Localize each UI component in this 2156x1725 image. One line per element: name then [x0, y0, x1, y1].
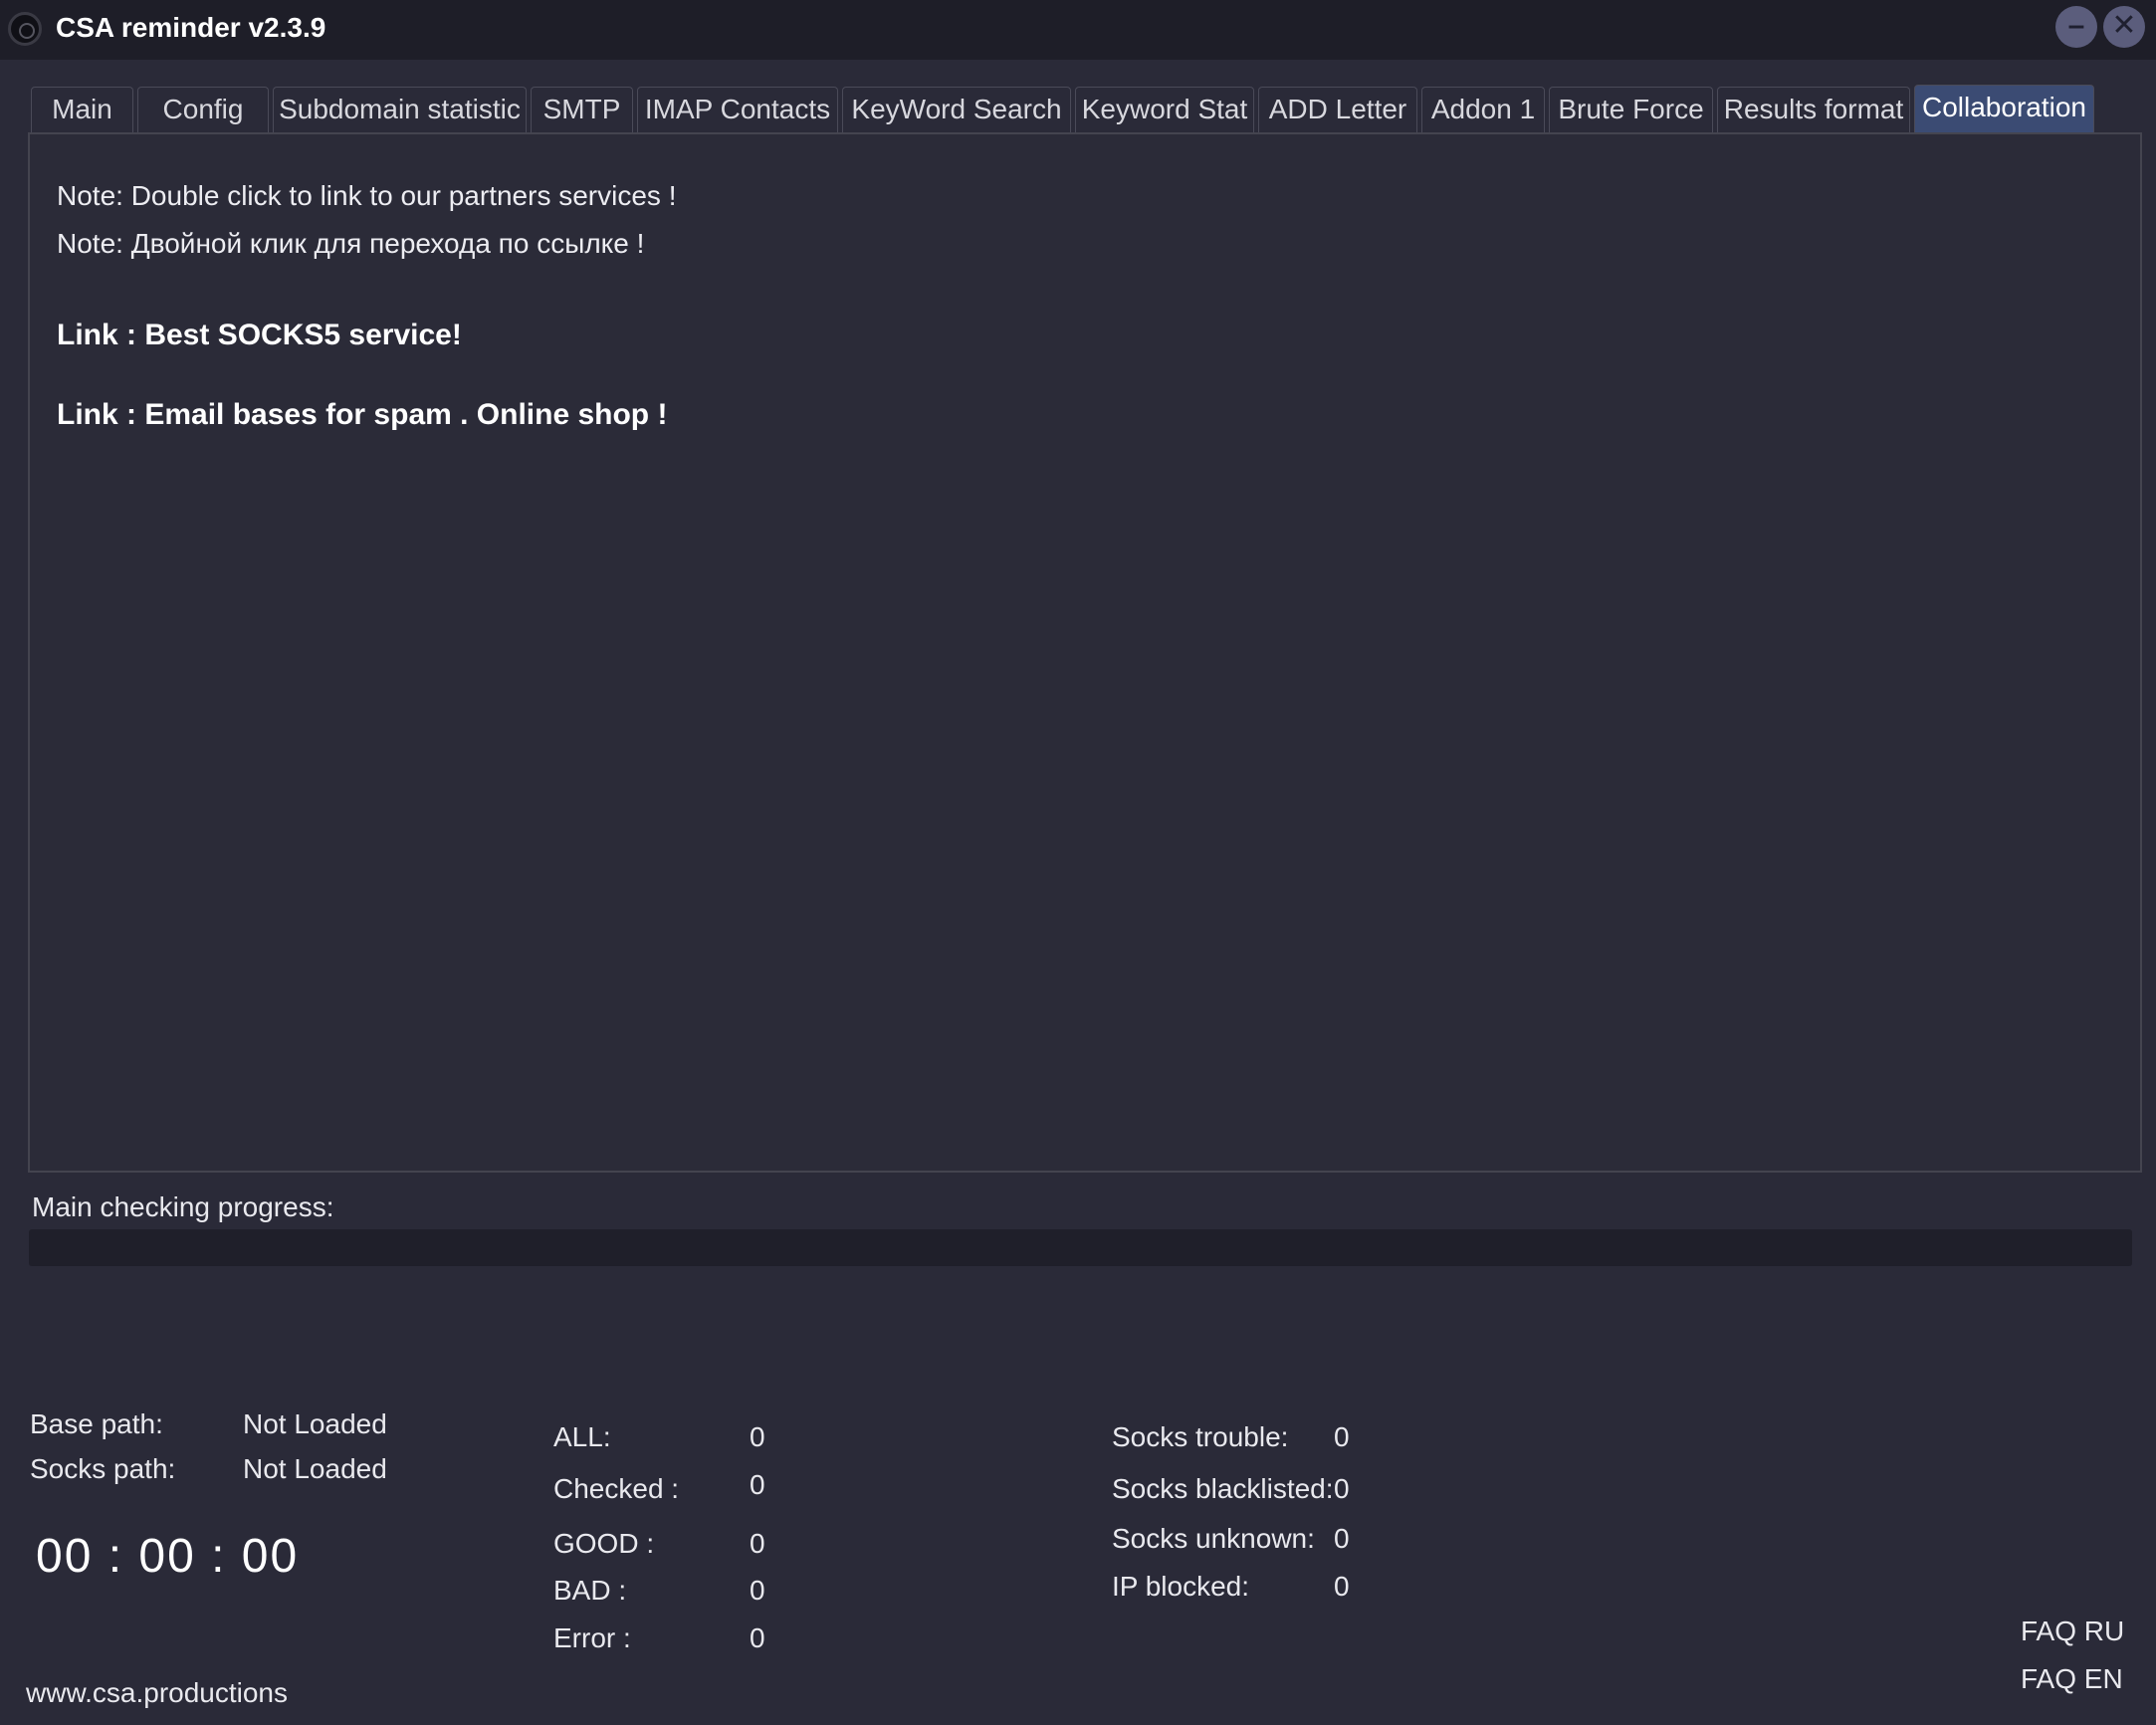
- tab-addon-1[interactable]: Addon 1: [1421, 87, 1545, 132]
- stat-checked-label: Checked :: [553, 1473, 680, 1504]
- ip-blocked-label: IP blocked:: [1112, 1571, 1250, 1602]
- stat-good-label: GOOD :: [553, 1528, 655, 1559]
- progress-label: Main checking progress:: [32, 1191, 334, 1222]
- note-english: Note: Double click to link to our partne…: [57, 180, 677, 211]
- tab-imap-contacts[interactable]: IMAP Contacts: [637, 87, 838, 132]
- stat-bad-value: 0: [750, 1575, 765, 1606]
- stat-error-label: Error :: [553, 1622, 631, 1653]
- socks-unknown-value: 0: [1334, 1523, 1350, 1554]
- title-bar[interactable]: CSA reminder v2.3.9 – ✕: [0, 0, 2156, 60]
- minimize-button[interactable]: –: [2055, 6, 2097, 48]
- tab-brute-force[interactable]: Brute Force: [1549, 87, 1713, 132]
- socks-trouble-label: Socks trouble:: [1112, 1421, 1289, 1452]
- ip-blocked-value: 0: [1334, 1571, 1350, 1602]
- socks-unknown-label: Socks unknown:: [1112, 1523, 1315, 1554]
- tab-keyword-stat[interactable]: Keyword Stat: [1075, 87, 1254, 132]
- faq-ru-link[interactable]: FAQ RU: [2021, 1616, 2124, 1647]
- window-title: CSA reminder v2.3.9: [56, 12, 326, 43]
- stat-all-value: 0: [750, 1421, 765, 1452]
- collaboration-panel: [28, 132, 2142, 1173]
- stat-good-value: 0: [750, 1528, 765, 1559]
- stat-bad-label: BAD :: [553, 1575, 627, 1606]
- tab-add-letter[interactable]: ADD Letter: [1258, 87, 1417, 132]
- tab-smtp[interactable]: SMTP: [531, 87, 633, 132]
- app-logo-icon: [8, 12, 42, 46]
- note-russian: Note: Двойной клик для перехода по ссылк…: [57, 228, 645, 259]
- tab-config[interactable]: Config: [137, 87, 269, 132]
- tab-subdomain-statistic[interactable]: Subdomain statistic: [273, 87, 527, 132]
- stat-error-value: 0: [750, 1622, 765, 1653]
- socks-path-label: Socks path:: [30, 1453, 176, 1484]
- socks-blacklisted-value: 0: [1334, 1473, 1350, 1504]
- socks-trouble-value: 0: [1334, 1421, 1350, 1452]
- tab-collaboration[interactable]: Collaboration: [1914, 85, 2094, 132]
- socks-path-value: Not Loaded: [243, 1453, 387, 1484]
- close-button[interactable]: ✕: [2103, 6, 2145, 48]
- main-progress-bar: [29, 1229, 2132, 1266]
- tab-results-format[interactable]: Results format: [1717, 87, 1910, 132]
- link-email-bases-shop[interactable]: Link : Email bases for spam . Online sho…: [57, 398, 667, 432]
- base-path-value: Not Loaded: [243, 1408, 387, 1439]
- tab-keyword-search[interactable]: KeyWord Search: [842, 87, 1071, 132]
- socks-blacklisted-label: Socks blacklisted:: [1112, 1473, 1334, 1504]
- faq-en-link[interactable]: FAQ EN: [2021, 1663, 2123, 1695]
- base-path-label: Base path:: [30, 1408, 163, 1439]
- elapsed-timer: 00 : 00 : 00: [36, 1530, 300, 1583]
- tab-main[interactable]: Main: [31, 87, 133, 132]
- website-link[interactable]: www.csa.productions: [26, 1677, 288, 1709]
- link-socks5-service[interactable]: Link : Best SOCKS5 service!: [57, 319, 462, 352]
- stat-all-label: ALL:: [553, 1421, 611, 1452]
- stat-checked-value: 0: [750, 1469, 765, 1500]
